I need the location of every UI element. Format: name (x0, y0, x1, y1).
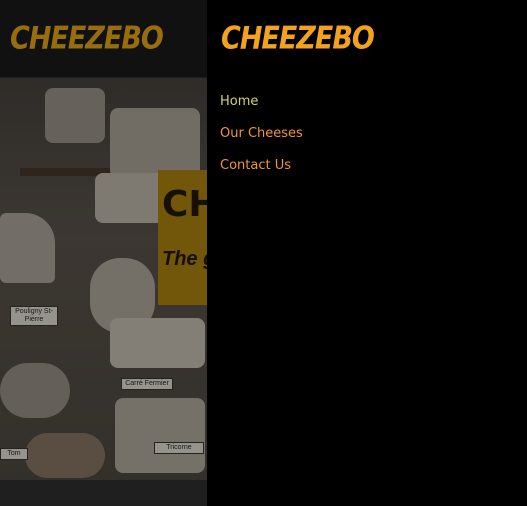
nav-item-home[interactable]: Home (220, 94, 303, 126)
background-page: CHEEZEBO CH The g Pouligny St-Pierre Car… (0, 0, 207, 506)
menu-overlay[interactable] (0, 0, 207, 506)
nav-item-contact-us[interactable]: Contact Us (220, 158, 303, 190)
nav-menu: Home Our Cheeses Contact Us (220, 94, 303, 190)
nav-drawer: CHEEZEBO Home Our Cheeses Contact Us (207, 0, 527, 506)
nav-item-our-cheeses[interactable]: Our Cheeses (220, 126, 303, 158)
nav-logo[interactable]: CHEEZEBO (221, 21, 375, 57)
